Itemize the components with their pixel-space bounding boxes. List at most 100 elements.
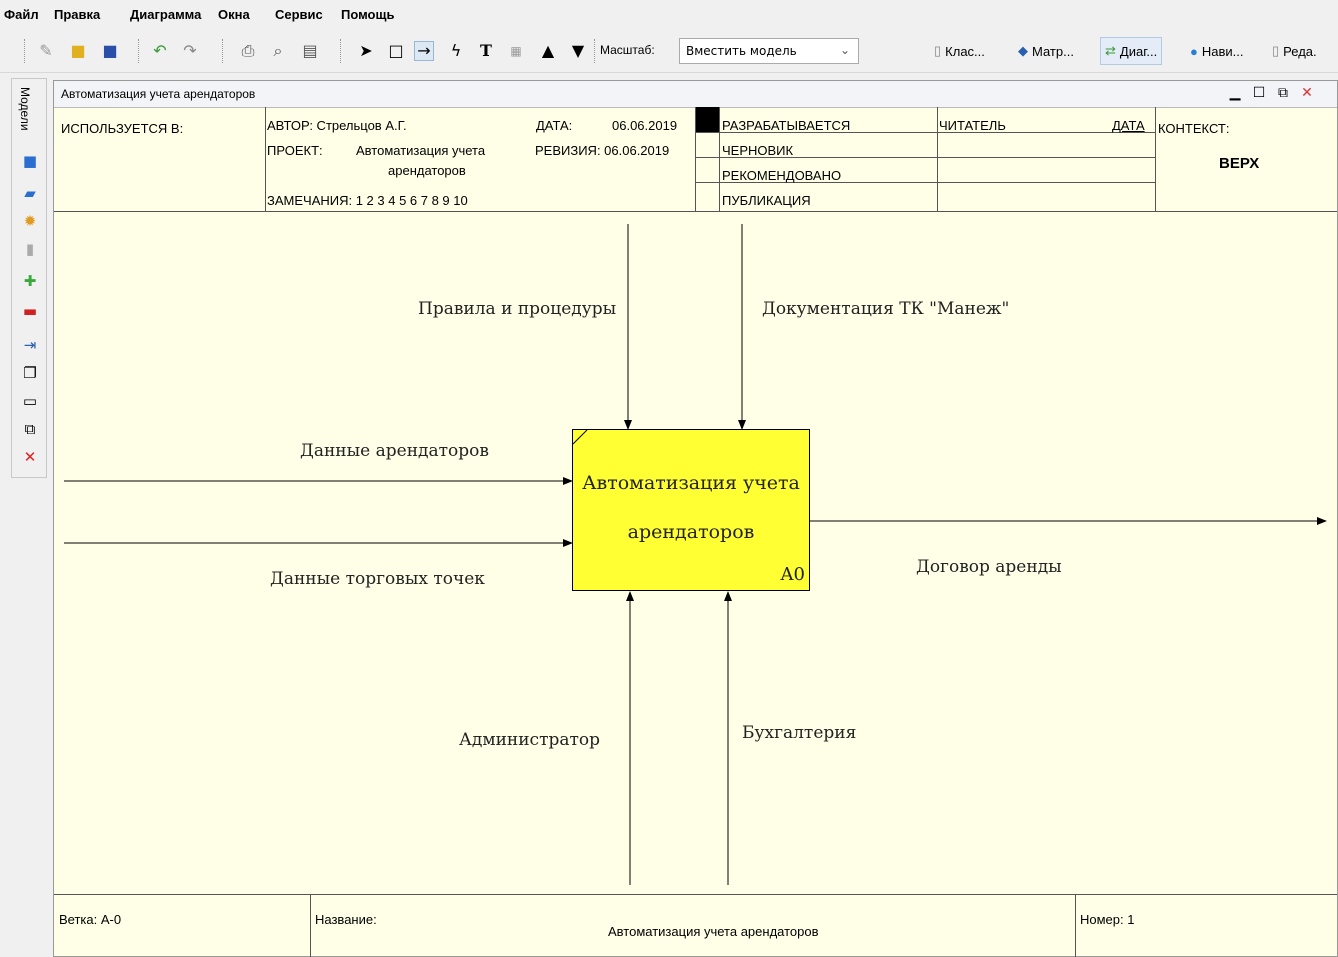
close-icon[interactable]: ✕	[20, 447, 40, 467]
pin-icon[interactable]: ⇥	[20, 335, 40, 355]
toolbar-separator	[340, 39, 342, 63]
printer-setup-icon[interactable]: ▤	[300, 41, 320, 61]
mechanism-label-admin[interactable]: Администратор	[459, 730, 600, 750]
close-icon[interactable]: ✕	[1298, 84, 1316, 102]
control-label-rules[interactable]: Правила и процедуры	[418, 299, 616, 319]
title-label: Название:	[315, 912, 377, 927]
activity-title-line2: арендаторов	[627, 521, 755, 543]
maximize-window-icon[interactable]: ▭	[20, 391, 40, 411]
status-working: РАЗРАБАТЫВАЕТСЯ	[722, 118, 851, 133]
menu-file[interactable]: Файл	[4, 7, 39, 22]
reader-date-label: ДАТА	[1112, 118, 1145, 133]
date-value: 06.06.2019	[612, 118, 678, 133]
context-label: КОНТЕКСТ:	[1158, 121, 1230, 136]
output-label-lease[interactable]: Договор аренды	[916, 557, 1062, 577]
mechanism-label-accounting[interactable]: Бухгалтерия	[742, 723, 856, 743]
squiggle-tool-icon[interactable]: ϟ	[446, 41, 466, 61]
project-value-cont: арендаторов	[388, 163, 466, 178]
matrix-icon: ◆	[1018, 43, 1028, 58]
save-icon[interactable]: ■	[100, 41, 120, 61]
new-folder-icon[interactable]: ■	[20, 151, 40, 171]
panel-tab-matrix[interactable]: ◆ Матр...	[1014, 37, 1078, 65]
status-recommended: РЕКОМЕНДОВАНО	[722, 168, 842, 183]
revision-label: РЕВИЗИЯ: 06.06.2019	[535, 143, 670, 158]
pointer-tool-icon[interactable]: ➤	[356, 41, 376, 61]
activity-title-line1: Автоматизация учета	[582, 472, 800, 494]
menu-windows[interactable]: Окна	[218, 7, 250, 22]
window-title-bar: Автоматизация учета арендаторов ▁ ☐ ⧉ ✕	[54, 81, 1337, 108]
input-label-outlets[interactable]: Данные торговых точек	[270, 569, 485, 589]
class-icon: ▯	[934, 43, 942, 58]
project-label: ПРОЕКТ:	[267, 143, 323, 158]
diagram-icon: ⇄	[1105, 43, 1116, 58]
toolbar-separator	[594, 39, 596, 63]
input-label-tenants[interactable]: Данные арендаторов	[300, 441, 489, 461]
box-corner-mark	[573, 430, 588, 445]
menu-help[interactable]: Помощь	[341, 7, 394, 22]
restore-icon[interactable]: ⧉	[1274, 84, 1292, 102]
arrow-tool-icon[interactable]: →	[414, 41, 434, 61]
chevron-down-icon: ⌄	[839, 43, 850, 57]
panel-tab-label: Нави...	[1201, 43, 1244, 59]
text-tool-icon[interactable]: T	[476, 41, 496, 61]
new-model-icon[interactable]: ✎	[36, 41, 56, 61]
panel-tab-label: Диаг...	[1119, 43, 1158, 59]
notes-label: ЗАМЕЧАНИЯ: 1 2 3 4 5 6 7 8 9 10	[267, 193, 468, 208]
open-folder-icon[interactable]: ■	[68, 41, 88, 61]
open-folder-icon[interactable]: ▰	[20, 183, 40, 203]
toolbar-separator	[222, 39, 224, 63]
sidebar-title: Модели	[18, 87, 32, 131]
panel-tab-navigator[interactable]: ● Нави...	[1186, 37, 1247, 65]
diagram-title: Автоматизация учета арендаторов	[608, 924, 819, 939]
window-title: Автоматизация учета арендаторов	[61, 87, 256, 101]
reader-label: ЧИТАТЕЛЬ	[939, 118, 1006, 133]
navigator-icon: ●	[1190, 43, 1198, 59]
gear-icon[interactable]: ✹	[20, 211, 40, 231]
used-in-label: ИСПОЛЬЗУЕТСЯ В:	[61, 121, 184, 136]
status-publication: ПУБЛИКАЦИЯ	[722, 193, 811, 208]
number-label: Номер: 1	[1080, 912, 1135, 927]
menu-edit[interactable]: Правка	[54, 7, 100, 22]
control-label-documentation[interactable]: Документация ТК "Манеж"	[762, 299, 1009, 319]
go-down-icon[interactable]: ▼	[568, 41, 588, 61]
add-icon[interactable]: ✚	[20, 271, 40, 291]
diagram-canvas[interactable]: Автоматизация учета арендаторов A0 Прави…	[54, 212, 1337, 894]
panel-tab-label: Матр...	[1032, 43, 1074, 59]
menu-bar: Файл Правка Диаграмма Окна Сервис Помощь	[0, 0, 1338, 30]
maximize-icon[interactable]: ☐	[1250, 84, 1268, 102]
status-draft: ЧЕРНОВИК	[722, 143, 794, 158]
trash-icon[interactable]: ▮	[20, 239, 40, 259]
diagram-header: ИСПОЛЬЗУЕТСЯ В: АВТОР: Стрельцов А.Г. ДА…	[54, 107, 1337, 212]
cascade-windows-icon[interactable]: ❐	[20, 363, 40, 383]
activity-box-tool-icon[interactable]: □	[386, 41, 406, 61]
panel-tab-label: Реда.	[1283, 43, 1317, 59]
date-label: ДАТА:	[536, 118, 573, 133]
restore-window-icon[interactable]: ⧉	[20, 419, 40, 439]
redo-icon[interactable]: ↷	[180, 41, 200, 61]
go-up-icon[interactable]: ▲	[538, 41, 558, 61]
activity-number: A0	[780, 564, 805, 585]
editor-icon: ▯	[1272, 43, 1280, 58]
toolbar-separator	[24, 39, 26, 63]
panel-tab-editor[interactable]: ▯ Реда.	[1268, 37, 1321, 65]
panel-tab-diagram[interactable]: ⇄ Диаг...	[1100, 37, 1163, 65]
print-preview-icon[interactable]: ⌕	[268, 41, 288, 61]
minimize-icon[interactable]: ▁	[1226, 84, 1244, 102]
scale-label: Масштаб:	[600, 43, 655, 57]
models-sidebar: Модели ■ ▰ ✹ ▮ ✚ ▬ ⇥ ❐ ▭ ⧉ ✕	[11, 78, 47, 478]
scale-select-value: Вместить модель	[686, 44, 797, 58]
activity-box[interactable]: Автоматизация учета арендаторов A0	[572, 429, 810, 591]
print-icon[interactable]: ⎙	[238, 41, 258, 61]
context-value: ВЕРХ	[1219, 155, 1260, 172]
project-value: Автоматизация учета	[356, 143, 486, 158]
toolbar-separator	[138, 39, 140, 63]
status-marker	[696, 107, 719, 132]
diagram-window: Автоматизация учета арендаторов ▁ ☐ ⧉ ✕ …	[53, 80, 1338, 957]
menu-diagram[interactable]: Диаграмма	[130, 7, 201, 22]
panel-tab-class[interactable]: ▯ Клас...	[930, 37, 989, 65]
menu-service[interactable]: Сервис	[275, 7, 323, 22]
undo-icon[interactable]: ↶	[150, 41, 170, 61]
grid-tool-icon[interactable]: ▦	[506, 41, 526, 61]
scale-select[interactable]: Вместить модель ⌄	[679, 38, 859, 64]
remove-icon[interactable]: ▬	[20, 301, 40, 321]
